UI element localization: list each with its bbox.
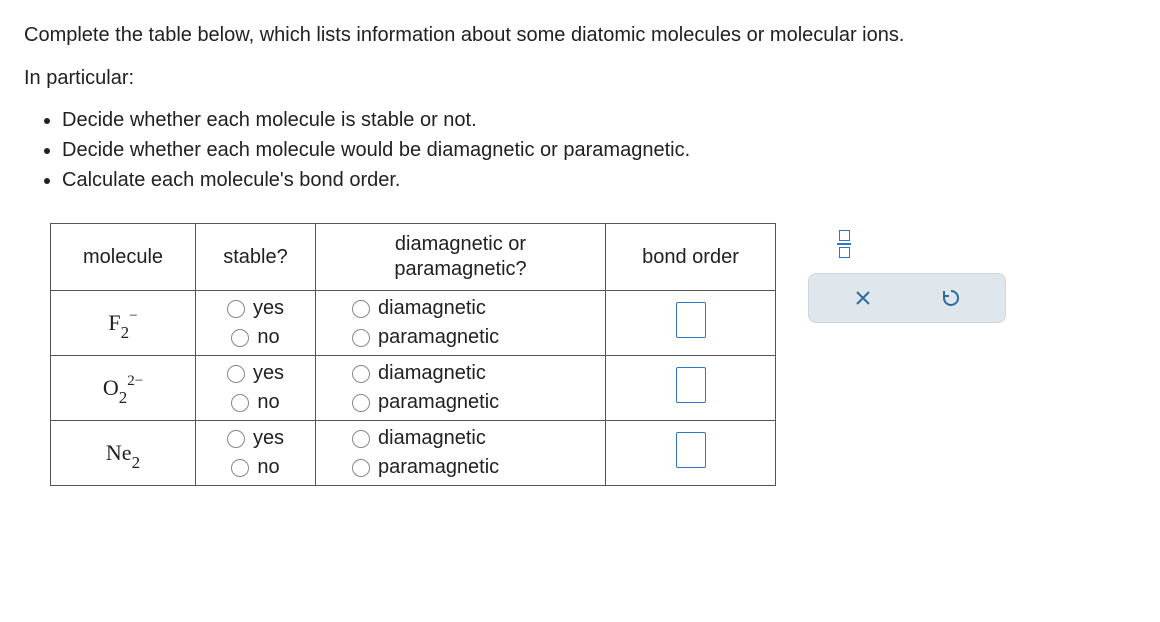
stable-cell: yes no — [196, 421, 316, 486]
stable-cell: yes no — [196, 356, 316, 421]
bullet-item: Calculate each molecule's bond order. — [62, 166, 1136, 195]
fraction-tool-button[interactable] — [824, 225, 864, 263]
radio-diamagnetic[interactable]: diamagnetic — [326, 295, 595, 322]
radio-icon — [352, 430, 370, 448]
molecule-base: F — [108, 310, 120, 335]
bond-order-input[interactable] — [676, 302, 706, 338]
bullet-item: Decide whether each molecule would be di… — [62, 136, 1136, 165]
bond-order-cell — [606, 356, 776, 421]
lead-text: In particular: — [24, 63, 1136, 94]
molecule-cell: O22− — [51, 356, 196, 421]
radio-yes[interactable]: yes — [206, 360, 305, 387]
header-molecule: molecule — [51, 224, 196, 291]
close-icon — [853, 288, 873, 308]
header-bond: bond order — [606, 224, 776, 291]
molecule-subscript: 2 — [119, 388, 128, 407]
radio-icon — [227, 300, 245, 318]
radio-icon — [227, 430, 245, 448]
radio-icon — [352, 329, 370, 347]
molecule-table: molecule stable? diamagnetic or paramagn… — [50, 223, 776, 486]
table-row: F2− yes no diamagnetic paramagnetic — [51, 291, 776, 356]
radio-no[interactable]: no — [206, 389, 305, 416]
molecule-base: Ne — [106, 440, 132, 465]
radio-icon — [352, 459, 370, 477]
radio-icon — [227, 365, 245, 383]
clear-button[interactable] — [847, 287, 879, 309]
table-row: Ne2 yes no diamagnetic paramagnetic — [51, 421, 776, 486]
reset-button[interactable] — [934, 286, 968, 310]
undo-icon — [940, 287, 962, 309]
intro-text: Complete the table below, which lists in… — [24, 20, 1136, 51]
fraction-icon — [837, 230, 851, 258]
bond-order-cell — [606, 291, 776, 356]
table-row: O22− yes no diamagnetic paramagnetic — [51, 356, 776, 421]
radio-icon — [231, 394, 249, 412]
radio-paramagnetic[interactable]: paramagnetic — [326, 389, 595, 416]
radio-icon — [352, 300, 370, 318]
radio-paramagnetic[interactable]: paramagnetic — [326, 454, 595, 481]
radio-no[interactable]: no — [206, 454, 305, 481]
radio-icon — [352, 394, 370, 412]
tool-panel — [808, 225, 1006, 323]
molecule-superscript: 2− — [127, 373, 143, 389]
radio-diamagnetic[interactable]: diamagnetic — [326, 360, 595, 387]
radio-yes[interactable]: yes — [206, 425, 305, 452]
header-stable: stable? — [196, 224, 316, 291]
radio-diamagnetic[interactable]: diamagnetic — [326, 425, 595, 452]
radio-icon — [352, 365, 370, 383]
radio-yes[interactable]: yes — [206, 295, 305, 322]
molecule-cell: F2− — [51, 291, 196, 356]
molecule-superscript: − — [129, 308, 137, 324]
bullet-item: Decide whether each molecule is stable o… — [62, 106, 1136, 135]
bond-order-input[interactable] — [676, 367, 706, 403]
molecule-subscript: 2 — [121, 323, 130, 342]
radio-paramagnetic[interactable]: paramagnetic — [326, 324, 595, 351]
bond-order-input[interactable] — [676, 432, 706, 468]
radio-no[interactable]: no — [206, 324, 305, 351]
radio-icon — [231, 459, 249, 477]
molecule-cell: Ne2 — [51, 421, 196, 486]
stable-cell: yes no — [196, 291, 316, 356]
instructions: Complete the table below, which lists in… — [24, 20, 1136, 195]
molecule-subscript: 2 — [132, 453, 141, 472]
magnetic-cell: diamagnetic paramagnetic — [316, 421, 606, 486]
tool-row — [808, 273, 1006, 323]
bullet-list: Decide whether each molecule is stable o… — [40, 106, 1136, 195]
molecule-base: O — [103, 375, 119, 400]
radio-icon — [231, 329, 249, 347]
header-magnetic: diamagnetic or paramagnetic? — [316, 224, 606, 291]
magnetic-cell: diamagnetic paramagnetic — [316, 356, 606, 421]
magnetic-cell: diamagnetic paramagnetic — [316, 291, 606, 356]
bond-order-cell — [606, 421, 776, 486]
